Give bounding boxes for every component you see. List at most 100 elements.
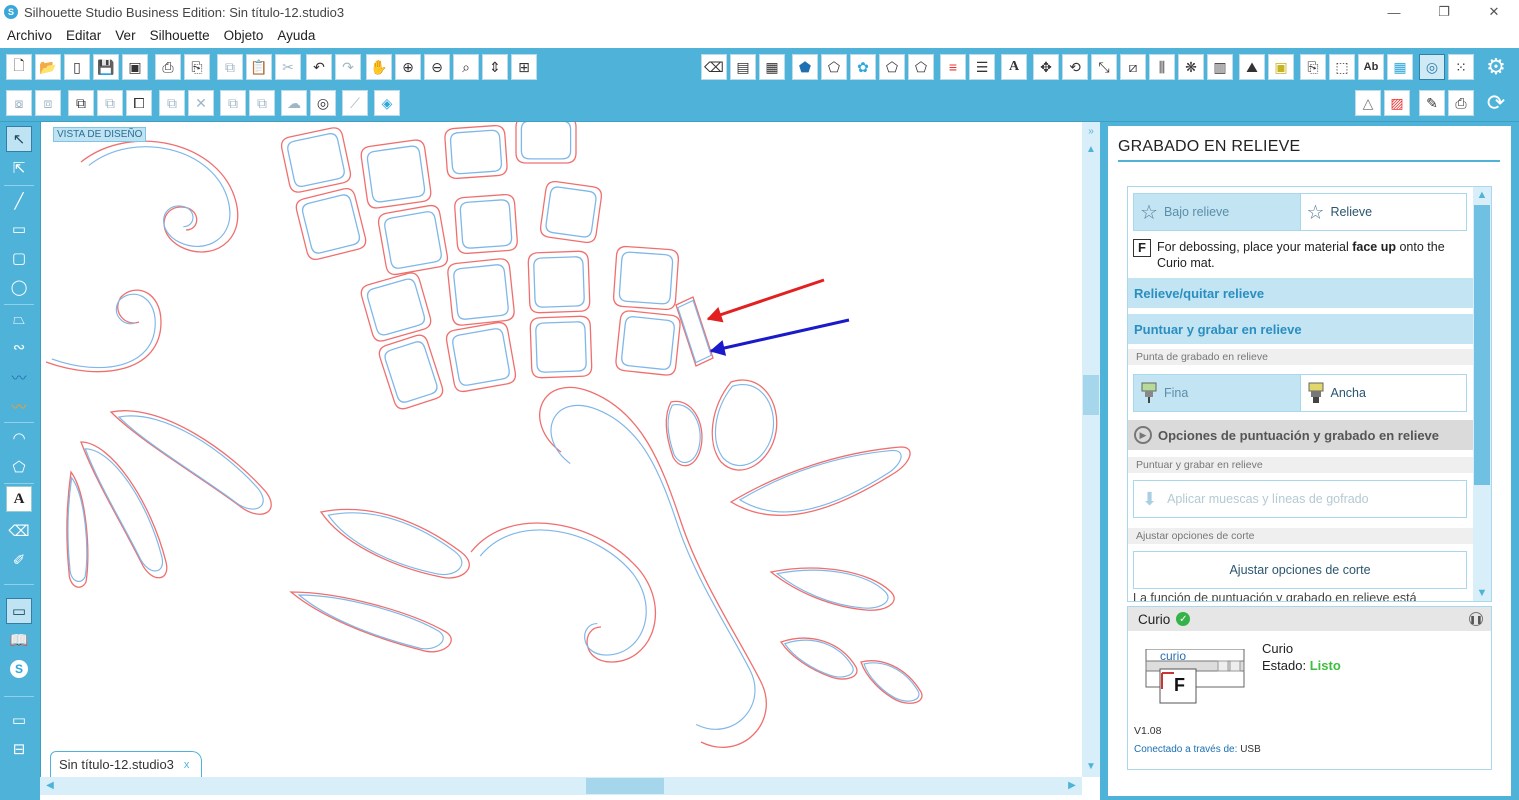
paste-icon[interactable]: 📋 xyxy=(246,54,272,80)
smooth-freehand-icon[interactable]: 〰 xyxy=(6,393,32,419)
red-arrow-head[interactable] xyxy=(706,306,724,323)
tile-7-emboss-line[interactable] xyxy=(545,186,597,238)
mirror-icon[interactable]: ⧉ xyxy=(249,90,275,116)
line-colors-icon[interactable]: ≡ xyxy=(940,54,966,80)
menu-ver[interactable]: Ver xyxy=(108,28,142,43)
scroll-right-arrow-icon[interactable]: ▶ xyxy=(1064,777,1080,795)
fill-pattern-icon[interactable]: ✿ xyxy=(850,54,876,80)
scroll-lower-emboss-line[interactable] xyxy=(479,529,647,656)
save-to-library-icon[interactable]: ▣ xyxy=(122,54,148,80)
weld-icon[interactable]: ⧉ xyxy=(159,90,185,116)
close-tab-icon[interactable]: x xyxy=(184,759,190,771)
vertical-scrollbar[interactable]: » ▲ ▼ xyxy=(1082,122,1100,777)
tile-5-cut-line[interactable] xyxy=(377,204,449,276)
shadow-icon[interactable]: ☁ xyxy=(281,90,307,116)
select-arrow-icon[interactable]: ↖ xyxy=(6,126,32,152)
dot-panel-icon[interactable]: ⁙ xyxy=(1448,54,1474,80)
scroll-left-arrow-icon[interactable]: ◀ xyxy=(42,777,58,795)
freehand-tool-icon[interactable]: 〰 xyxy=(6,364,32,390)
leaf-5-emboss-line[interactable] xyxy=(714,384,775,467)
tile-8-emboss-line[interactable] xyxy=(366,277,426,336)
ellipse-tool-icon[interactable]: ◯ xyxy=(6,274,32,300)
offset-rings-icon[interactable]: ◎ xyxy=(310,90,336,116)
design-canvas[interactable]: VISTA DE DISEÑO xyxy=(40,122,1082,777)
menu-editar[interactable]: Editar xyxy=(59,28,108,43)
design-artwork[interactable] xyxy=(41,122,1082,777)
zoom-selection-icon[interactable]: ⌕ xyxy=(453,54,479,80)
tile-12-cut-line[interactable] xyxy=(377,333,445,411)
tile-2-emboss-line[interactable] xyxy=(449,129,503,175)
release-compound-icon[interactable]: ⧉ xyxy=(97,90,123,116)
collapse-arrow-icon[interactable]: » xyxy=(1082,124,1100,140)
leaf-0-cut-line[interactable] xyxy=(109,410,272,515)
undo-icon[interactable]: ↶ xyxy=(306,54,332,80)
menu-silhouette[interactable]: Silhouette xyxy=(143,28,217,43)
offset-icon[interactable]: ⎘ xyxy=(1300,54,1326,80)
tile-3-emboss-line[interactable] xyxy=(520,122,572,160)
sketch-pen-icon[interactable]: ✎ xyxy=(1419,90,1445,116)
leaf-1-cut-line[interactable] xyxy=(80,441,168,579)
tile-3-cut-line[interactable] xyxy=(515,122,577,164)
blue-arrow-head[interactable] xyxy=(709,340,727,356)
open-folder-icon[interactable]: 📂 xyxy=(35,54,61,80)
arc-tool-icon[interactable]: ◠ xyxy=(6,425,32,451)
leaf-8-cut-line[interactable] xyxy=(779,637,858,680)
tile-1-emboss-line[interactable] xyxy=(366,145,426,203)
nest-icon[interactable]: ▥ xyxy=(1207,54,1233,80)
tile-15-emboss-line[interactable] xyxy=(621,316,675,370)
settings-gear-icon[interactable]: ⚙ xyxy=(1481,52,1511,82)
zoom-in-icon[interactable]: ⊕ xyxy=(395,54,421,80)
deboss-button[interactable]: ☆ Bajo relieve xyxy=(1134,194,1300,230)
tile-15-cut-line[interactable] xyxy=(615,310,681,376)
rotate-icon[interactable]: ⟲ xyxy=(1062,54,1088,80)
minimize-button[interactable]: — xyxy=(1369,0,1419,24)
tile-4-emboss-line[interactable] xyxy=(301,193,361,254)
scroll-center-cut-line[interactable] xyxy=(539,386,767,748)
tile-1-cut-line[interactable] xyxy=(360,139,432,209)
redo-icon[interactable]: ↷ xyxy=(335,54,361,80)
tile-5-emboss-line[interactable] xyxy=(384,211,443,270)
leaf-10-cut-line[interactable] xyxy=(665,400,703,467)
curve-tool-icon[interactable]: ∾ xyxy=(6,334,32,360)
menu-ayuda[interactable]: Ayuda xyxy=(270,28,322,43)
emboss-button[interactable]: ☆ Relieve xyxy=(1299,194,1466,230)
panel-scroll-thumb[interactable] xyxy=(1474,205,1490,485)
line-color-icon[interactable]: ⬠ xyxy=(879,54,905,80)
document-tab[interactable]: Sin título-12.studio3 x xyxy=(50,751,202,777)
line-tool-icon[interactable]: ╱ xyxy=(6,188,32,214)
triangle-tile-emboss-line[interactable] xyxy=(677,299,712,364)
scroll-up-arrow-icon[interactable]: ▲ xyxy=(1082,142,1100,158)
tile-9-emboss-line[interactable] xyxy=(453,264,509,320)
tile-0-emboss-line[interactable] xyxy=(286,132,345,187)
rectangle-tool-icon[interactable]: ▭ xyxy=(6,216,32,242)
scroll-left-emboss-line[interactable] xyxy=(51,293,156,369)
refresh-icon[interactable]: ⟳ xyxy=(1481,88,1511,118)
tile-10-cut-line[interactable] xyxy=(527,250,591,314)
shear-icon[interactable]: ⧄ xyxy=(1120,54,1146,80)
tile-9-cut-line[interactable] xyxy=(447,258,515,326)
send-view-icon[interactable]: ▨ xyxy=(1384,90,1410,116)
tile-7-cut-line[interactable] xyxy=(539,180,603,244)
tile-13-emboss-line[interactable] xyxy=(452,328,511,387)
print-icon[interactable]: ⎙ xyxy=(155,54,181,80)
align-icon[interactable]: ⫼ xyxy=(1149,54,1175,80)
leaf-6-cut-line[interactable] xyxy=(729,446,911,516)
library-icon[interactable]: ▯ xyxy=(64,54,90,80)
knife-tool-icon[interactable]: ✐ xyxy=(6,547,32,573)
leaf-9-emboss-line[interactable] xyxy=(863,662,920,702)
blue-arrow-shaft[interactable] xyxy=(710,318,850,353)
copy-icon[interactable]: ⧉ xyxy=(217,54,243,80)
point-edit-icon[interactable]: ⇱ xyxy=(6,155,32,181)
fit-to-page-icon[interactable]: ⊞ xyxy=(511,54,537,80)
sketch-icon[interactable]: ⬚ xyxy=(1329,54,1355,80)
delete-x-icon[interactable]: ✕ xyxy=(188,90,214,116)
close-button[interactable]: ✕ xyxy=(1469,0,1519,24)
horizontal-scroll-thumb[interactable] xyxy=(586,778,664,794)
leaf-0-emboss-line[interactable] xyxy=(117,415,264,510)
silhouette-store-icon[interactable]: S xyxy=(6,656,32,682)
modify-icon[interactable]: ▦ xyxy=(1387,54,1413,80)
tile-11-emboss-line[interactable] xyxy=(618,251,674,305)
pause-icon[interactable]: ❚❚ xyxy=(1469,612,1483,626)
menu-objeto[interactable]: Objeto xyxy=(217,28,271,43)
tile-6-emboss-line[interactable] xyxy=(459,199,513,249)
